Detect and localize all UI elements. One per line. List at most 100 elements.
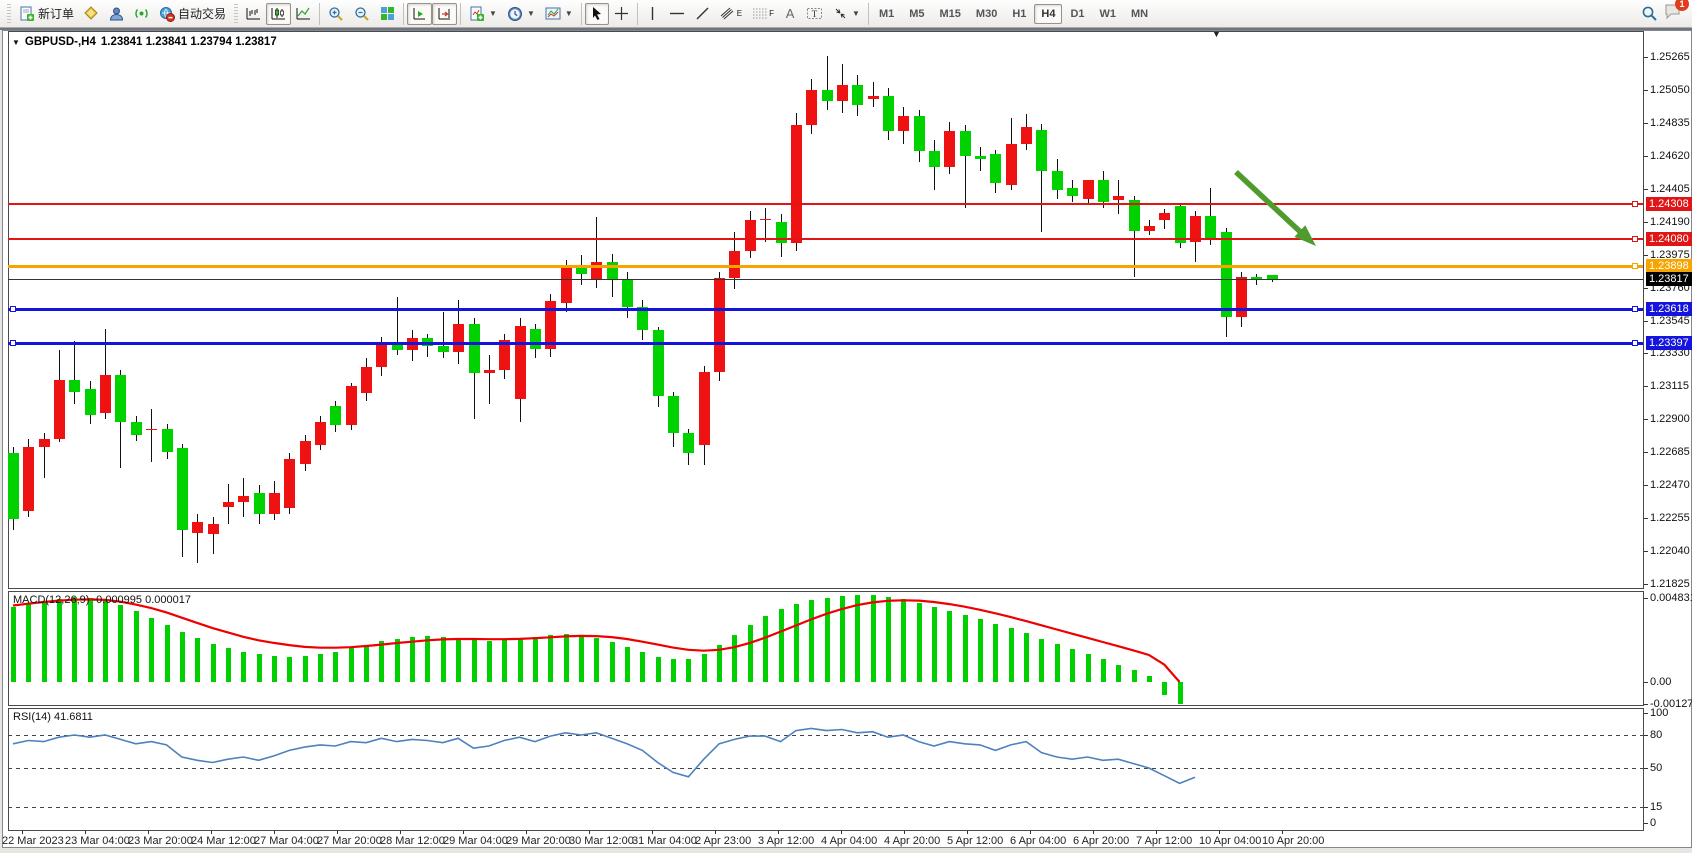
line-handle xyxy=(1632,306,1638,312)
rsi-pane[interactable] xyxy=(8,708,1644,831)
candle xyxy=(330,406,341,426)
tab-timeframe-m1[interactable]: M1 xyxy=(872,4,901,24)
tab-timeframe-m30[interactable]: M30 xyxy=(969,4,1004,24)
candle xyxy=(1144,226,1155,231)
auto-scroll-button[interactable] xyxy=(407,3,432,25)
cursor-button[interactable] xyxy=(585,3,609,25)
zoom-in-button[interactable] xyxy=(323,3,349,25)
horizontal-level-line xyxy=(8,203,1643,205)
macd-histogram-bar xyxy=(533,637,538,682)
price-tick-label: 1.22255 xyxy=(1650,512,1690,524)
candle xyxy=(238,496,249,502)
macd-histogram-bar xyxy=(825,598,830,682)
macd-histogram-bar xyxy=(287,657,292,682)
notification-badge: 1 xyxy=(1675,0,1689,11)
candle xyxy=(699,372,710,446)
tab-timeframe-mn[interactable]: MN xyxy=(1124,4,1155,24)
notifications-button[interactable]: 1 xyxy=(1664,3,1682,24)
macd-histogram-bar xyxy=(717,645,722,682)
macd-histogram-bar xyxy=(88,598,93,682)
rsi-dashed-level xyxy=(8,768,1643,769)
candle xyxy=(883,96,894,131)
tile-windows-button[interactable] xyxy=(375,3,400,25)
text-label-tool-button[interactable]: T xyxy=(801,3,828,25)
line-chart-button[interactable] xyxy=(291,3,316,25)
macd-histogram-bar xyxy=(395,639,400,682)
history-center-button[interactable] xyxy=(79,3,104,25)
bar-chart-button[interactable] xyxy=(241,3,266,25)
price-tick-label: 1.22685 xyxy=(1650,446,1690,458)
collapse-triangle-icon[interactable]: ▼ xyxy=(12,38,20,47)
candle xyxy=(929,151,940,166)
templates-button[interactable]: ▼ xyxy=(540,3,578,25)
time-axis-label: 10 Apr 20:00 xyxy=(1262,835,1324,847)
axis-tickmark xyxy=(1644,90,1648,91)
new-order-icon xyxy=(19,6,35,22)
zoom-out-button[interactable] xyxy=(349,3,375,25)
channel-tool-button[interactable]: E xyxy=(715,3,747,25)
trendline-tool-button[interactable] xyxy=(690,3,715,25)
search-icon[interactable] xyxy=(1641,5,1658,22)
macd-histogram-bar xyxy=(901,599,906,682)
candle xyxy=(146,429,157,431)
tab-timeframe-h4[interactable]: H4 xyxy=(1034,4,1062,24)
candle xyxy=(960,131,971,156)
chart-shift-marker-icon[interactable]: ▼ xyxy=(1212,29,1221,39)
macd-histogram-bar xyxy=(518,639,523,682)
periods-button[interactable]: ▼ xyxy=(502,3,540,25)
macd-histogram-bar xyxy=(1147,676,1152,682)
price-tick-label: 1.24190 xyxy=(1650,216,1690,228)
time-axis-label: 22 Mar 2023 xyxy=(2,835,64,847)
text-tool-button[interactable]: A xyxy=(779,3,801,25)
axis-tickmark xyxy=(1644,682,1648,683)
indicators-button[interactable]: ▼ xyxy=(464,3,502,25)
arrows-tool-button[interactable]: ▼ xyxy=(828,3,865,25)
time-axis-label: 5 Apr 12:00 xyxy=(947,835,1003,847)
accounts-icon xyxy=(109,6,124,21)
crosshair-button[interactable] xyxy=(609,3,634,25)
new-order-button[interactable]: 新订单 xyxy=(14,3,79,25)
tab-timeframe-d1[interactable]: D1 xyxy=(1063,4,1091,24)
macd-histogram-bar xyxy=(425,636,430,682)
horizontal-line-tool-button[interactable] xyxy=(664,3,690,25)
fibonacci-tool-button[interactable]: F xyxy=(747,3,779,25)
candle xyxy=(8,453,19,519)
chart-shift-button[interactable] xyxy=(432,3,457,25)
candle xyxy=(469,324,480,373)
toolbar-separator xyxy=(403,3,404,25)
candle xyxy=(315,422,326,445)
auto-trading-icon xyxy=(159,6,175,22)
candle xyxy=(637,307,648,330)
candle xyxy=(39,439,50,447)
tab-timeframe-w1[interactable]: W1 xyxy=(1093,4,1124,24)
candlestick-chart-button[interactable] xyxy=(266,3,291,25)
candle xyxy=(162,429,173,452)
axis-tickmark xyxy=(1644,768,1648,769)
macd-histogram-bar xyxy=(779,609,784,682)
tab-timeframe-m15[interactable]: M15 xyxy=(933,4,968,24)
candle xyxy=(23,447,34,511)
rsi-indicator-label: RSI(14) 41.6811 xyxy=(13,711,93,723)
tab-timeframe-h1[interactable]: H1 xyxy=(1005,4,1033,24)
toolbar-grip[interactable] xyxy=(7,4,11,24)
macd-histogram-bar xyxy=(502,640,507,682)
toolbar-grip[interactable] xyxy=(234,4,238,24)
candle xyxy=(284,459,295,508)
vertical-line-tool-button[interactable] xyxy=(641,3,664,25)
tab-timeframe-m5[interactable]: M5 xyxy=(902,4,931,24)
price-tick-label: 1.24835 xyxy=(1650,117,1690,129)
crosshair-icon xyxy=(614,6,629,21)
candle xyxy=(131,422,142,434)
candle-wick xyxy=(980,147,981,172)
price-tick-label: 1.21825 xyxy=(1650,578,1690,590)
signals-button[interactable] xyxy=(129,3,154,25)
candle xyxy=(515,326,526,400)
channel-tool-label: E xyxy=(737,9,742,18)
accounts-button[interactable] xyxy=(104,3,129,25)
macd-histogram-bar xyxy=(732,635,737,682)
current-price-badge: 1.23817 xyxy=(1646,272,1692,286)
time-axis-label: 24 Mar 12:00 xyxy=(191,835,256,847)
auto-trading-button[interactable]: 自动交易 xyxy=(154,3,231,25)
templates-icon xyxy=(545,6,561,22)
candle xyxy=(1129,200,1140,231)
